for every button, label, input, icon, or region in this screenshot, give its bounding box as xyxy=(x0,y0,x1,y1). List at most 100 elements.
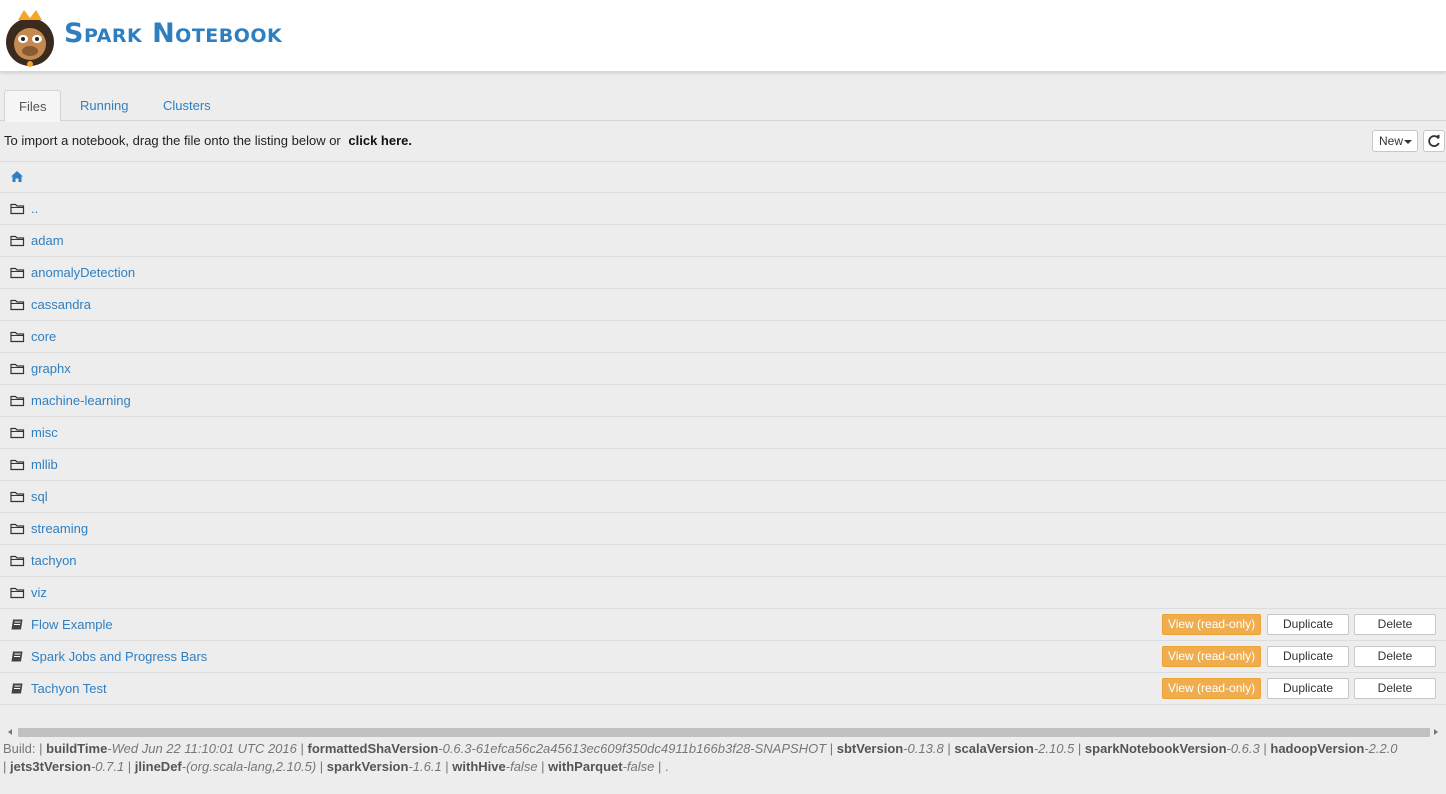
folder-icon xyxy=(10,555,25,567)
tab-clusters[interactable]: Clusters xyxy=(149,90,225,121)
folder-row[interactable]: misc xyxy=(0,417,1446,449)
notebook-link[interactable]: Tachyon Test xyxy=(31,681,107,696)
folder-icon xyxy=(10,299,25,311)
build-value: -2.2.0 xyxy=(1364,741,1398,756)
build-key: withHive xyxy=(452,759,506,774)
build-value: -1.6.1 xyxy=(408,759,442,774)
folder-link[interactable]: mllib xyxy=(31,457,58,472)
new-dropdown-button[interactable]: New xyxy=(1372,130,1418,152)
refresh-button[interactable] xyxy=(1423,130,1445,152)
folder-icon xyxy=(10,203,25,215)
build-key: scalaVersion xyxy=(954,741,1034,756)
build-prefix: Build: | xyxy=(3,741,43,756)
folder-link[interactable]: streaming xyxy=(31,521,88,536)
duplicate-button[interactable]: Duplicate xyxy=(1267,678,1349,699)
folder-icon xyxy=(10,331,25,343)
notebook-link[interactable]: Flow Example xyxy=(31,617,113,632)
build-key: withParquet xyxy=(548,759,623,774)
build-key: buildTime xyxy=(46,741,108,756)
folder-row[interactable]: streaming xyxy=(0,513,1446,545)
caret-down-icon xyxy=(1404,140,1412,144)
build-value: -(org.scala-lang,2.10.5) xyxy=(181,759,317,774)
folder-link[interactable]: cassandra xyxy=(31,297,91,312)
app-header: Spark Notebook xyxy=(0,0,1446,72)
view-readonly-button[interactable]: View (read-only) xyxy=(1162,646,1261,667)
import-text: To import a notebook, drag the file onto… xyxy=(4,133,341,148)
scroll-right-arrow-icon[interactable] xyxy=(1434,729,1438,735)
folder-icon xyxy=(10,395,25,407)
tab-bar: Files Running Clusters xyxy=(0,90,1446,122)
build-value: -false xyxy=(622,759,655,774)
file-listing: .. adam anomalyDetection cassandra core graph… xyxy=(0,193,1446,705)
folder-row[interactable]: adam xyxy=(0,225,1446,257)
notebook-row: Flow Example View (read-only) Duplicate Del… xyxy=(0,609,1446,641)
build-key: sbtVersion xyxy=(836,741,904,756)
folder-icon xyxy=(10,491,25,503)
build-key: jets3tVersion xyxy=(10,759,91,774)
tab-running[interactable]: Running xyxy=(66,90,142,121)
build-value: -0.6.3 xyxy=(1226,741,1260,756)
build-key: jlineDef xyxy=(134,759,182,774)
folder-row[interactable]: core xyxy=(0,321,1446,353)
folder-icon xyxy=(10,459,25,471)
build-value: -0.13.8 xyxy=(903,741,944,756)
folder-row[interactable]: .. xyxy=(0,193,1446,225)
notebook-icon xyxy=(11,683,23,694)
import-click-here-link[interactable]: click here. xyxy=(348,133,412,148)
build-value: -Wed Jun 22 11:10:01 UTC 2016 xyxy=(107,741,297,756)
build-suffix: . xyxy=(664,759,669,774)
folder-row[interactable]: viz xyxy=(0,577,1446,609)
home-icon[interactable] xyxy=(10,170,24,183)
breadcrumb xyxy=(0,162,1446,193)
horizontal-scrollbar[interactable] xyxy=(4,726,1442,739)
folder-link[interactable]: .. xyxy=(31,201,38,216)
duplicate-button[interactable]: Duplicate xyxy=(1267,614,1349,635)
delete-button[interactable]: Delete xyxy=(1354,614,1436,635)
tab-files[interactable]: Files xyxy=(4,90,62,122)
folder-link[interactable]: sql xyxy=(31,489,48,504)
delete-button[interactable]: Delete xyxy=(1354,678,1436,699)
folder-link[interactable]: core xyxy=(31,329,56,344)
notebook-link[interactable]: Spark Jobs and Progress Bars xyxy=(31,649,207,664)
folder-row[interactable]: cassandra xyxy=(0,289,1446,321)
folder-link[interactable]: misc xyxy=(31,425,58,440)
folder-icon xyxy=(10,427,25,439)
import-instructions: To import a notebook, drag the file onto… xyxy=(4,133,412,148)
folder-icon xyxy=(10,267,25,279)
folder-icon xyxy=(10,587,25,599)
folder-icon xyxy=(10,363,25,375)
folder-row[interactable]: mllib xyxy=(0,449,1446,481)
build-key: sparkVersion xyxy=(326,759,409,774)
build-key: sparkNotebookVersion xyxy=(1084,741,1227,756)
build-value: -0.6.3-61efca56c2a45613ec609f350dc4911b1… xyxy=(438,741,827,756)
folder-link[interactable]: tachyon xyxy=(31,553,77,568)
delete-button[interactable]: Delete xyxy=(1354,646,1436,667)
build-value: -0.7.1 xyxy=(90,759,125,774)
notebook-row: Tachyon Test View (read-only) Duplicate Del… xyxy=(0,673,1446,705)
folder-link[interactable]: viz xyxy=(31,585,47,600)
view-readonly-button[interactable]: View (read-only) xyxy=(1162,614,1261,635)
duplicate-button[interactable]: Duplicate xyxy=(1267,646,1349,667)
folder-row[interactable]: anomalyDetection xyxy=(0,257,1446,289)
build-info: Build: | buildTime-Wed Jun 22 11:10:01 U… xyxy=(3,741,1398,774)
import-bar: To import a notebook, drag the file onto… xyxy=(0,122,1446,162)
scroll-left-arrow-icon[interactable] xyxy=(8,729,12,735)
folder-icon xyxy=(10,235,25,247)
build-key: formattedShaVersion xyxy=(307,741,439,756)
folder-icon xyxy=(10,523,25,535)
folder-link[interactable]: adam xyxy=(31,233,64,248)
scrollbar-thumb[interactable] xyxy=(18,728,1430,737)
notebook-row: Spark Jobs and Progress Bars View (read-o… xyxy=(0,641,1446,673)
refresh-icon xyxy=(1428,134,1440,147)
build-key: hadoopVersion xyxy=(1270,741,1365,756)
folder-link[interactable]: graphx xyxy=(31,361,71,376)
folder-link[interactable]: anomalyDetection xyxy=(31,265,135,280)
folder-row[interactable]: sql xyxy=(0,481,1446,513)
build-value: -2.10.5 xyxy=(1033,741,1075,756)
view-readonly-button[interactable]: View (read-only) xyxy=(1162,678,1261,699)
folder-row[interactable]: machine-learning xyxy=(0,385,1446,417)
folder-row[interactable]: graphx xyxy=(0,353,1446,385)
monkey-logo-icon xyxy=(6,10,54,67)
folder-link[interactable]: machine-learning xyxy=(31,393,131,408)
folder-row[interactable]: tachyon xyxy=(0,545,1446,577)
